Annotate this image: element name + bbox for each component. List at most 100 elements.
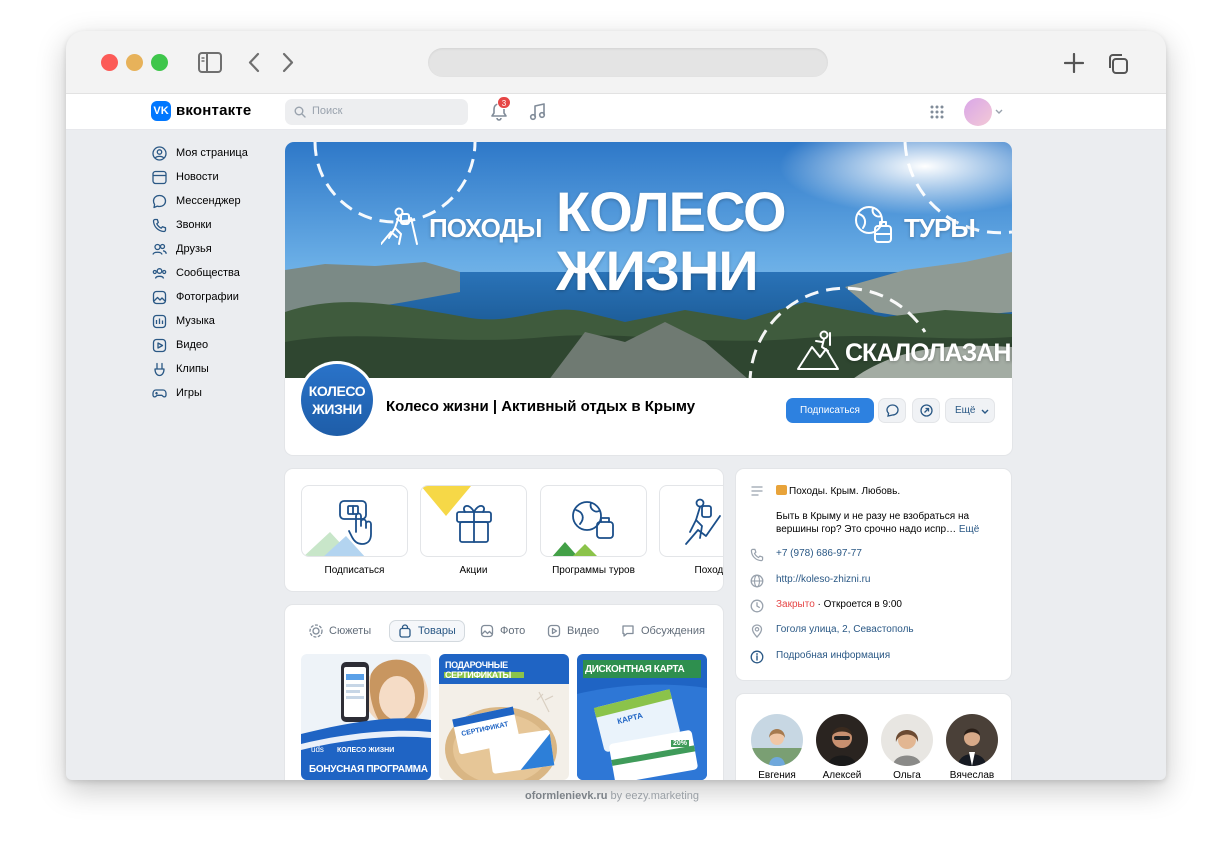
video-icon <box>152 338 167 352</box>
maximize-window-button[interactable] <box>151 54 168 71</box>
product-card-discount[interactable]: ДИСКОНТНАЯ КАРТА КАРТА 20% <box>577 654 707 780</box>
avatar-text-line1: КОЛЕСО <box>308 383 366 399</box>
share-button[interactable] <box>912 398 940 423</box>
tile-promotions[interactable] <box>420 485 527 557</box>
opens-time: · Откроется в 9:00 <box>814 599 902 610</box>
info-description: Быть в Крыму и не разу не взобраться на … <box>776 510 996 536</box>
chevron-down-icon[interactable] <box>995 109 1003 115</box>
climbing-icon <box>797 330 839 370</box>
group-avatar[interactable]: КОЛЕСО ЖИЗНИ <box>298 361 376 439</box>
user-avatar[interactable] <box>964 98 992 126</box>
tab-label: Сюжеты <box>329 625 372 637</box>
globe-icon <box>750 574 764 588</box>
friend-name[interactable]: Алексей <box>812 770 872 780</box>
info-status: Походы. Крым. Любовь. <box>776 485 996 499</box>
video-icon <box>547 624 561 638</box>
sidebar-item-label: Друзья <box>176 243 212 255</box>
sidebar-item-label: Звонки <box>176 219 212 231</box>
close-window-button[interactable] <box>101 54 118 71</box>
info-website[interactable]: http://koleso-zhizni.ru <box>776 574 871 585</box>
friend-name[interactable]: Ольга <box>877 770 937 780</box>
friends-icon <box>152 243 167 255</box>
friend-avatar[interactable] <box>816 714 868 766</box>
new-tab-icon[interactable] <box>1064 53 1084 73</box>
address-bar[interactable] <box>428 48 828 77</box>
sidebar-item-clips[interactable]: Клипы <box>152 359 282 379</box>
sidebar-item-photos[interactable]: Фотографии <box>152 287 282 307</box>
sidebar-toggle-icon[interactable] <box>198 52 222 73</box>
message-button[interactable] <box>878 398 906 423</box>
discussion-icon <box>622 625 634 637</box>
vk-logo-text[interactable]: вконтакте <box>176 102 251 119</box>
subscribe-button[interactable]: Подписаться <box>786 398 874 423</box>
sidebar-item-messenger[interactable]: Мессенджер <box>152 191 282 211</box>
product-caption: ПОДАРОЧНЫЕ СЕРТИФИКАТЫ <box>445 660 511 680</box>
sidebar-item-communities[interactable]: Сообщества <box>152 263 282 283</box>
tile-hikes-clip <box>659 485 723 557</box>
tile-hikes[interactable] <box>659 485 723 557</box>
tab-video[interactable]: Видео <box>547 620 599 642</box>
product-card-certificates[interactable]: ПОДАРОЧНЫЕ СЕРТИФИКАТЫ СЕРТИФИКАТ <box>439 654 569 780</box>
info-phone-row: +7 (978) 686-97-77 <box>750 548 862 562</box>
tile-subscribe[interactable] <box>301 485 408 557</box>
info-phone[interactable]: +7 (978) 686-97-77 <box>776 548 862 559</box>
location-pin-icon <box>751 624 763 638</box>
info-details-link[interactable]: Подробная информация <box>776 650 890 661</box>
page: VK вконтакте Поиск 3 Моя страница Новост… <box>0 0 1224 846</box>
sidebar-item-games[interactable]: Игры <box>152 383 282 403</box>
message-icon <box>886 404 899 417</box>
newspaper-icon <box>152 170 167 184</box>
product-card-bonus[interactable]: uds КОЛЕСО ЖИЗНИ БОНУСНАЯ ПРОГРАММА <box>301 654 431 780</box>
vk-logo-icon[interactable]: VK <box>151 101 171 121</box>
sidebar-item-music[interactable]: Музыка <box>152 311 282 331</box>
friend-avatar[interactable] <box>881 714 933 766</box>
tab-label: Фото <box>500 625 526 637</box>
product-image-bonus <box>301 654 431 780</box>
friend-avatar[interactable] <box>946 714 998 766</box>
user-circle-icon <box>152 145 167 161</box>
sidebar-item-news[interactable]: Новости <box>152 167 282 187</box>
minimize-window-button[interactable] <box>126 54 143 71</box>
forward-arrow-icon[interactable] <box>281 52 295 73</box>
product-caption: БОНУСНАЯ ПРОГРАММА <box>309 764 428 775</box>
sidebar-item-calls[interactable]: Звонки <box>152 215 282 235</box>
avatar-text-line2: ЖИЗНИ <box>312 401 362 417</box>
tab-goods[interactable]: Товары <box>389 620 465 642</box>
music-note-icon[interactable] <box>528 102 546 122</box>
tabs-overview-icon[interactable] <box>1107 53 1129 75</box>
product-brand: КОЛЕСО ЖИЗНИ <box>337 747 395 754</box>
more-button[interactable]: Ещё <box>945 398 995 423</box>
info-address[interactable]: Гоголя улица, 2, Севастополь <box>776 624 914 635</box>
description-more-link[interactable]: Ещё <box>959 524 979 535</box>
sidebar-item-label: Сообщества <box>176 267 240 279</box>
tile-promotions-image <box>421 486 492 543</box>
friend-name[interactable]: Вячеслав <box>942 770 1002 780</box>
tab-photo[interactable]: Фото <box>480 620 525 642</box>
sidebar-item-label: Клипы <box>176 363 209 375</box>
search-placeholder: Поиск <box>312 105 343 117</box>
search-icon <box>294 106 306 118</box>
sidebar-item-friends[interactable]: Друзья <box>152 239 282 259</box>
friend-name[interactable]: Евгения <box>747 770 807 780</box>
browser-window: VK вконтакте Поиск 3 Моя страница Новост… <box>66 31 1166 780</box>
sidebar-item-my-page[interactable]: Моя страница <box>152 143 282 163</box>
clips-icon <box>154 362 165 376</box>
description-lines-icon <box>751 486 763 496</box>
tile-label-promotions: Акции <box>459 565 488 576</box>
vk-header: VK вконтакте Поиск 3 <box>66 94 1166 130</box>
tab-discussions[interactable]: Обсуждения <box>621 620 705 642</box>
info-circle-icon <box>750 650 764 664</box>
search-input[interactable]: Поиск <box>285 99 468 125</box>
tile-tour-programs[interactable] <box>540 485 647 557</box>
tour-globe-icon <box>855 206 892 243</box>
tile-hikes-image <box>685 498 721 545</box>
friend-avatar[interactable] <box>751 714 803 766</box>
sidebar-item-video[interactable]: Видео <box>152 335 282 355</box>
apps-grid-icon[interactable] <box>930 105 944 119</box>
product-caption: ДИСКОНТНАЯ КАРТА <box>585 664 685 675</box>
info-hours-row: Закрыто · Откроется в 9:00 <box>750 599 902 613</box>
info-address-row: Гоголя улица, 2, Севастополь <box>750 624 914 638</box>
back-arrow-icon[interactable] <box>247 52 261 73</box>
tab-stories[interactable]: Сюжеты <box>309 620 371 642</box>
closed-status: Закрыто <box>776 599 815 610</box>
